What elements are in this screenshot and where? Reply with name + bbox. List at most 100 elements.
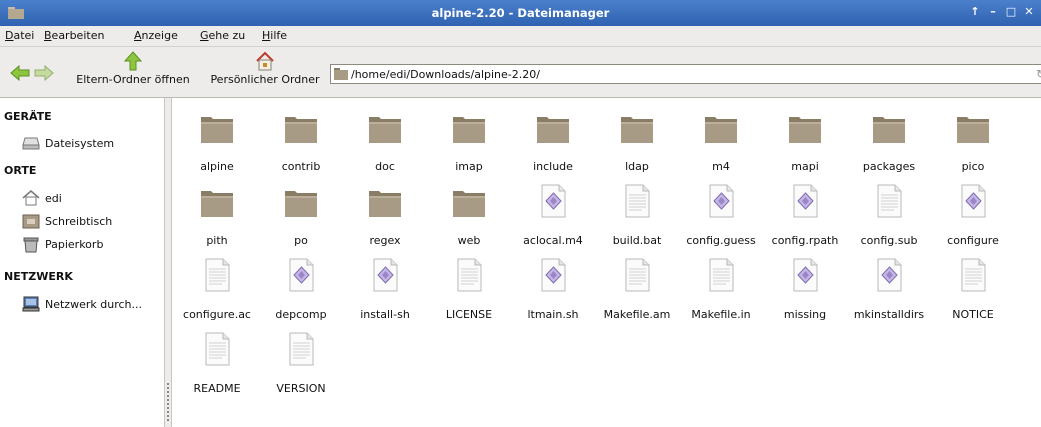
text-file-icon: [457, 258, 482, 292]
file-name: NOTICE: [952, 308, 994, 321]
folder-icon: [369, 117, 401, 143]
file-item[interactable]: Makefile.am: [595, 256, 679, 330]
menu-anzeige[interactable]: Anzeige: [134, 29, 178, 42]
file-item[interactable]: config.rpath: [763, 182, 847, 256]
back-arrow-icon[interactable]: [10, 65, 30, 81]
folder-item[interactable]: mapi: [763, 108, 847, 182]
script-file-icon: [289, 258, 314, 292]
script-file-icon: [793, 184, 818, 218]
folder-item[interactable]: pico: [931, 108, 1015, 182]
text-file-icon: [877, 184, 902, 218]
script-file-icon: [961, 184, 986, 218]
text-file-icon: [205, 332, 230, 366]
window-minimize-button[interactable]: –: [987, 5, 999, 18]
menu-bar: Datei Bearbeiten Anzeige Gehe zu Hilfe: [0, 26, 1041, 47]
script-file-icon: [709, 184, 734, 218]
file-item[interactable]: VERSION: [259, 330, 343, 404]
file-item[interactable]: configure.ac: [175, 256, 259, 330]
refresh-icon[interactable]: ↻: [1036, 67, 1041, 81]
folder-item[interactable]: po: [259, 182, 343, 256]
folder-item[interactable]: include: [511, 108, 595, 182]
script-file-icon: [541, 184, 566, 218]
sidebar-item-label: Papierkorb: [45, 237, 104, 251]
file-name: install-sh: [360, 308, 410, 321]
window-up-button[interactable]: ↑: [969, 5, 981, 18]
folder-icon: [453, 117, 485, 143]
home-icon: [22, 190, 40, 206]
file-item[interactable]: install-sh: [343, 256, 427, 330]
file-name: configure: [947, 234, 999, 247]
sidebar-item-netzwerk[interactable]: Netzwerk durch...: [22, 295, 142, 313]
script-file-icon: [541, 258, 566, 292]
text-file-icon: [961, 258, 986, 292]
text-file-icon: [205, 258, 230, 292]
menu-bearbeiten[interactable]: Bearbeiten: [44, 29, 104, 42]
folder-icon: [789, 117, 821, 143]
sidebar-item-label: edi: [45, 191, 62, 205]
sidebar-item-label: Netzwerk durch...: [45, 297, 142, 311]
file-item[interactable]: Makefile.in: [679, 256, 763, 330]
folder-icon: [201, 191, 233, 217]
trash-icon: [23, 237, 39, 252]
file-name: aclocal.m4: [523, 234, 583, 247]
sidebar-item-papierkorb[interactable]: Papierkorb: [22, 235, 103, 253]
window-close-button[interactable]: ✕: [1023, 5, 1035, 18]
sidebar-section-network: NETZWERK: [4, 270, 73, 283]
home-folder-button[interactable]: Persönlicher Ordner: [204, 51, 326, 86]
file-name: web: [457, 234, 481, 247]
folder-item[interactable]: web: [427, 182, 511, 256]
file-item[interactable]: NOTICE: [931, 256, 1015, 330]
parent-folder-button[interactable]: Eltern-Ordner öffnen: [62, 51, 204, 86]
forward-arrow-icon[interactable]: [34, 65, 54, 81]
file-name: include: [533, 160, 573, 173]
file-name: config.sub: [860, 234, 918, 247]
folder-item[interactable]: imap: [427, 108, 511, 182]
file-item[interactable]: config.sub: [847, 182, 931, 256]
folder-icon: [334, 68, 348, 80]
file-name: contrib: [281, 160, 321, 173]
file-item[interactable]: configure: [931, 182, 1015, 256]
folder-item[interactable]: alpine: [175, 108, 259, 182]
file-name: README: [193, 382, 241, 395]
sidebar-item-schreibtisch[interactable]: Schreibtisch: [22, 212, 112, 230]
file-item[interactable]: LICENSE: [427, 256, 511, 330]
file-item[interactable]: mkinstalldirs: [847, 256, 931, 330]
folder-item[interactable]: ldap: [595, 108, 679, 182]
file-item[interactable]: config.guess: [679, 182, 763, 256]
parent-folder-label: Eltern-Ordner öffnen: [76, 73, 190, 86]
window-maximize-button[interactable]: □: [1005, 5, 1017, 18]
folder-item[interactable]: doc: [343, 108, 427, 182]
menu-gehe-zu[interactable]: Gehe zu: [200, 29, 245, 42]
file-item[interactable]: ltmain.sh: [511, 256, 595, 330]
script-file-icon: [373, 258, 398, 292]
file-name: pico: [961, 160, 985, 173]
folder-item[interactable]: m4: [679, 108, 763, 182]
file-name: doc: [375, 160, 395, 173]
file-name: Makefile.am: [603, 308, 671, 321]
location-bar[interactable]: ↻: [330, 64, 1041, 84]
drive-icon: [22, 137, 40, 150]
file-name: ltmain.sh: [527, 308, 579, 321]
sidebar-item-dateisystem[interactable]: Dateisystem: [22, 134, 114, 152]
file-name: po: [294, 234, 308, 247]
title-bar: alpine-2.20 - Dateimanager ↑ – □ ✕: [0, 0, 1041, 26]
file-item[interactable]: README: [175, 330, 259, 404]
folder-item[interactable]: packages: [847, 108, 931, 182]
file-name: depcomp: [275, 308, 327, 321]
folder-item[interactable]: contrib: [259, 108, 343, 182]
file-item[interactable]: build.bat: [595, 182, 679, 256]
folder-item[interactable]: regex: [343, 182, 427, 256]
location-input[interactable]: [351, 66, 1011, 82]
menu-datei[interactable]: Datei: [5, 29, 34, 42]
file-item[interactable]: depcomp: [259, 256, 343, 330]
file-name: m4: [712, 160, 730, 173]
menu-hilfe[interactable]: Hilfe: [262, 29, 287, 42]
file-item[interactable]: missing: [763, 256, 847, 330]
file-name: imap: [455, 160, 483, 173]
file-name: LICENSE: [445, 308, 493, 321]
sidebar-section-devices: GERÄTE: [4, 110, 52, 123]
file-item[interactable]: aclocal.m4: [511, 182, 595, 256]
sidebar-item-edi[interactable]: edi: [22, 189, 62, 207]
folder-item[interactable]: pith: [175, 182, 259, 256]
pane-resize-handle[interactable]: [165, 98, 172, 427]
